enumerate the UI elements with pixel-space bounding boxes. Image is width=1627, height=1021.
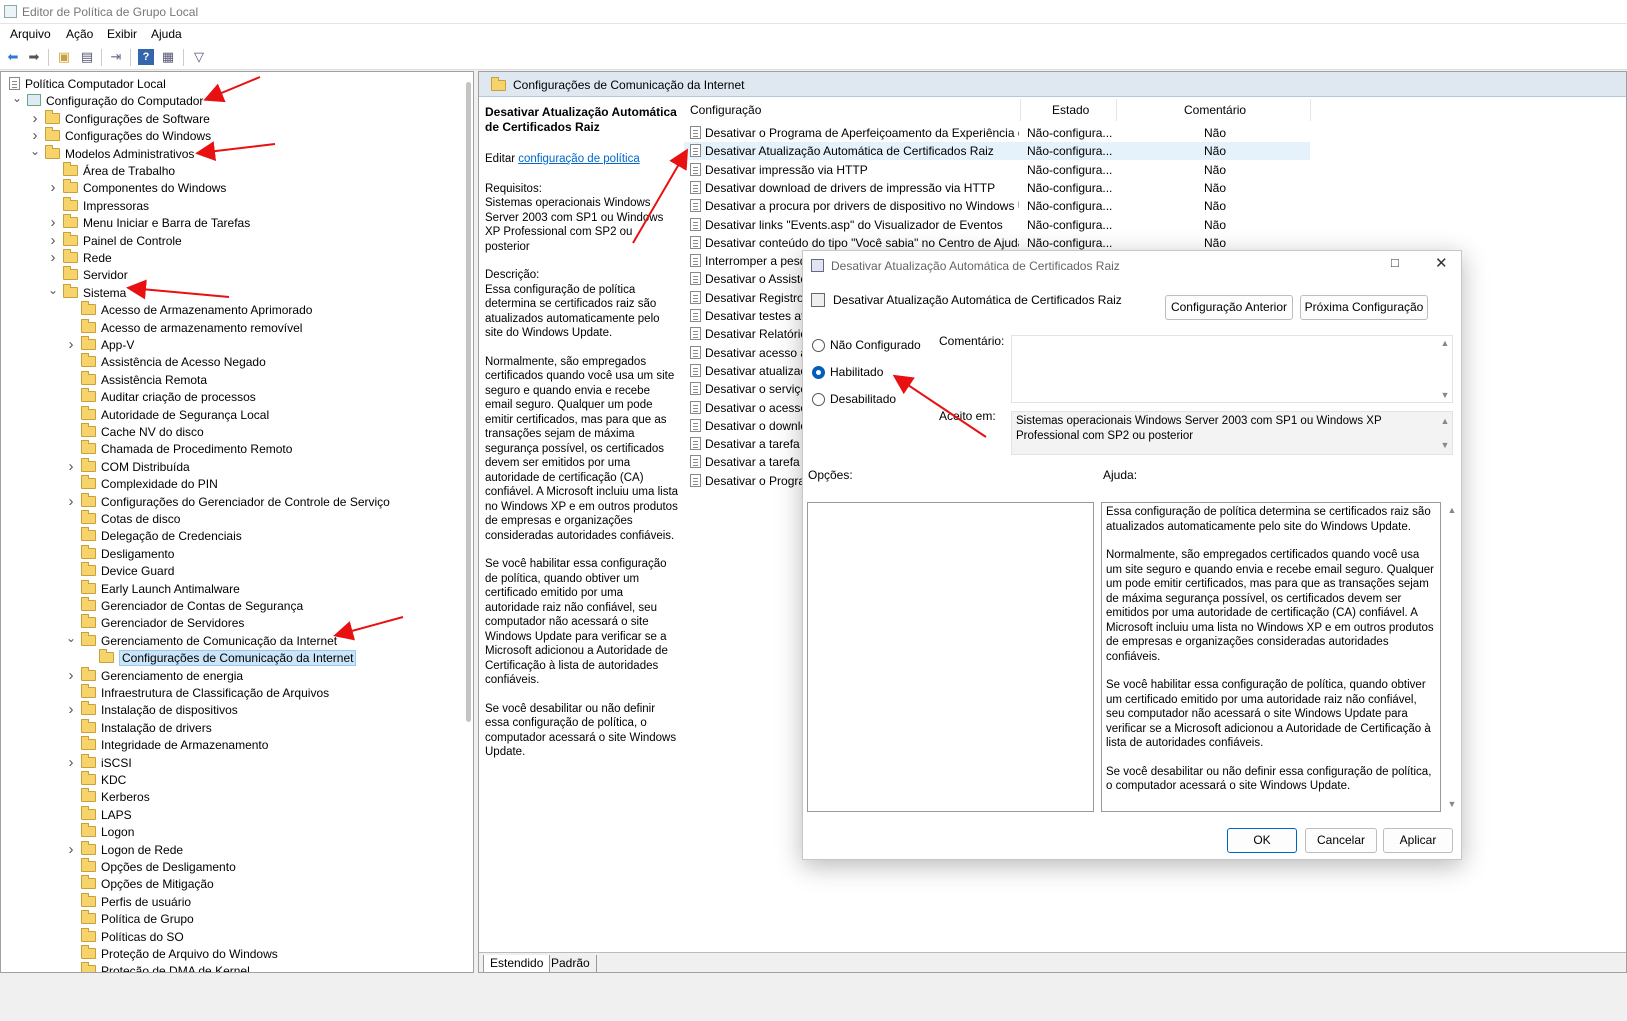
- annotation-arrow: [333, 616, 404, 641]
- annotation-arrow: [632, 148, 689, 244]
- annotation-arrow: [203, 76, 261, 103]
- annotation-arrow: [195, 141, 276, 162]
- annotation-arrow: [126, 279, 230, 300]
- annotation-arrows: [126, 76, 987, 641]
- annotation-arrow: [892, 374, 987, 438]
